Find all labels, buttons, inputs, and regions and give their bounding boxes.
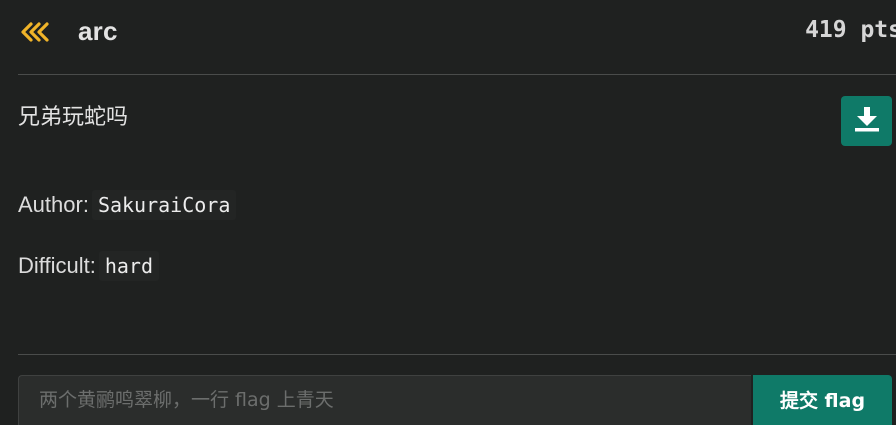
content-divider xyxy=(18,354,896,355)
download-attachment-button[interactable] xyxy=(841,96,892,146)
triple-chevron-left-icon[interactable] xyxy=(20,18,54,48)
challenge-page: arc 419 pts 兄弟玩蛇吗 Author: SakuraiCora Di… xyxy=(0,0,896,425)
header-divider xyxy=(18,74,896,75)
difficulty-label: Difficult: xyxy=(18,253,96,278)
flag-submit-form: 提交 flag xyxy=(18,375,892,425)
challenge-title: arc xyxy=(78,16,118,46)
author-value: SakuraiCora xyxy=(91,190,237,220)
difficulty-row: Difficult: hard xyxy=(18,251,160,281)
challenge-points: 419 pts xyxy=(805,17,896,43)
download-icon xyxy=(854,105,880,138)
submit-flag-button[interactable]: 提交 flag xyxy=(753,375,892,425)
author-label: Author: xyxy=(18,192,89,217)
challenge-header: arc 419 pts xyxy=(0,0,896,75)
flag-input[interactable] xyxy=(18,375,751,425)
challenge-description: 兄弟玩蛇吗 xyxy=(18,105,129,130)
difficulty-value: hard xyxy=(98,251,160,281)
author-row: Author: SakuraiCora xyxy=(18,190,237,220)
